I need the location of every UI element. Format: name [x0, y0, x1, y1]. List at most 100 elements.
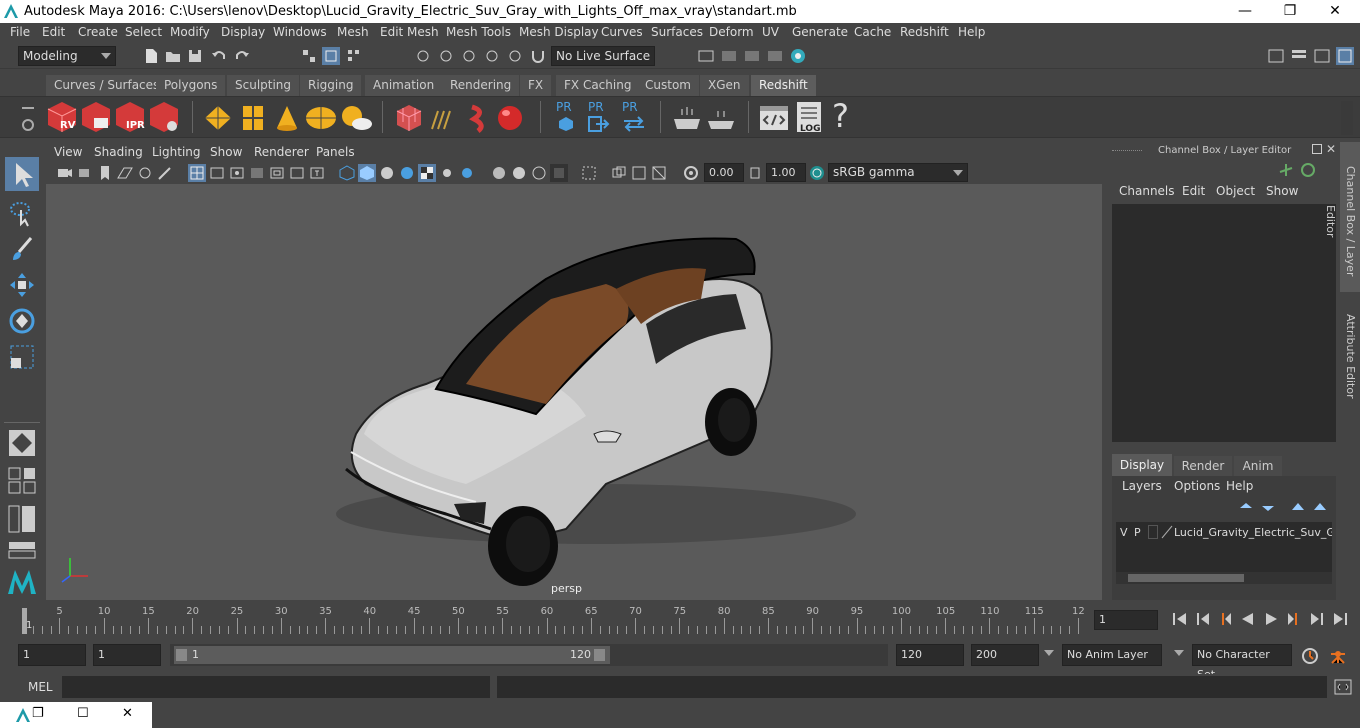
- default-material-icon[interactable]: [378, 164, 396, 182]
- menu-edit[interactable]: Edit: [42, 25, 65, 39]
- 2d-pan-zoom-icon[interactable]: [136, 164, 154, 182]
- mode-selector[interactable]: Modeling: [18, 46, 116, 66]
- viewport-menu-show[interactable]: Show: [210, 145, 242, 159]
- close-icon[interactable]: ✕: [122, 706, 133, 721]
- color-management-icon[interactable]: [808, 164, 826, 182]
- area-light-icon[interactable]: [238, 103, 268, 133]
- snap-curve-icon[interactable]: [437, 47, 455, 65]
- snap-point-icon[interactable]: [460, 47, 478, 65]
- maya-home-button[interactable]: [5, 564, 39, 598]
- gate-mask-icon[interactable]: [248, 164, 266, 182]
- viewport-menu-shading[interactable]: Shading: [94, 145, 143, 159]
- help-menu[interactable]: Help: [1226, 479, 1253, 493]
- go-to-end-icon[interactable]: [1330, 610, 1350, 628]
- move-layer-up-icon[interactable]: [1238, 500, 1254, 514]
- hair-icon[interactable]: [464, 103, 494, 133]
- layer-tab-anim[interactable]: Anim: [1234, 456, 1282, 476]
- range-slider[interactable]: 1 120: [170, 644, 888, 666]
- outliner-layout-button[interactable]: [5, 502, 39, 536]
- menu-cache[interactable]: Cache: [854, 25, 891, 39]
- minimize-button[interactable]: —: [1230, 2, 1260, 20]
- select-hierarchy-icon[interactable]: [300, 47, 318, 65]
- field-chart-icon[interactable]: [268, 164, 286, 182]
- script-language-label[interactable]: MEL: [28, 680, 53, 694]
- select-component-icon[interactable]: [345, 47, 363, 65]
- animation-preferences-icon[interactable]: [1328, 646, 1348, 666]
- playback-end-field[interactable]: 120: [896, 644, 964, 666]
- sphere-material-icon[interactable]: [494, 103, 526, 133]
- menu-surfaces[interactable]: Surfaces: [651, 25, 703, 39]
- new-layer-selected-icon[interactable]: [1312, 500, 1328, 514]
- resolution-gate-icon[interactable]: [228, 164, 246, 182]
- anti-aliasing-icon[interactable]: [530, 164, 548, 182]
- shelf-tab-animation[interactable]: Animation: [365, 75, 443, 96]
- bake-pan-icon[interactable]: [704, 103, 738, 133]
- step-forward-frame-icon[interactable]: [1284, 610, 1304, 628]
- show-menu[interactable]: Show: [1266, 184, 1298, 198]
- viewport-menu-view[interactable]: View: [54, 145, 82, 159]
- layer-color-icon[interactable]: [1160, 525, 1174, 539]
- shelf-tab-xgen[interactable]: XGen: [700, 75, 749, 96]
- menu-modify[interactable]: Modify: [170, 25, 210, 39]
- select-tool-button[interactable]: [5, 157, 39, 191]
- layer-tab-render[interactable]: Render: [1174, 456, 1232, 476]
- light-diamond-icon[interactable]: [202, 103, 234, 133]
- bookmark-icon[interactable]: [96, 164, 114, 182]
- channel-list[interactable]: [1112, 204, 1336, 442]
- layer-row[interactable]: V P Lucid_Gravity_Electric_Suv_Gray: [1116, 522, 1332, 544]
- shadows-icon[interactable]: [458, 164, 476, 182]
- camera-attributes-icon[interactable]: [76, 164, 94, 182]
- axis-icon[interactable]: [1276, 162, 1296, 178]
- render-frame-icon[interactable]: [720, 47, 738, 65]
- tab-channel-box[interactable]: Channel Box / Layer Editor: [1324, 142, 1360, 292]
- play-backward-icon[interactable]: [1238, 610, 1258, 628]
- options-menu[interactable]: Options: [1174, 479, 1220, 493]
- viewport-menu-panels[interactable]: Panels: [316, 145, 355, 159]
- go-to-start-icon[interactable]: [1170, 610, 1190, 628]
- menu-uv[interactable]: UV: [762, 25, 779, 39]
- film-gate-icon[interactable]: [208, 164, 226, 182]
- magnet-icon[interactable]: [529, 47, 547, 65]
- viewport-menu-lighting[interactable]: Lighting: [152, 145, 201, 159]
- shelf-tab-rendering[interactable]: Rendering: [442, 75, 520, 96]
- grease-pencil-icon[interactable]: [156, 164, 174, 182]
- tab-attribute-editor[interactable]: Attribute Editor: [1340, 302, 1360, 402]
- dome-light-icon[interactable]: [304, 103, 338, 133]
- float-panel-icon[interactable]: [1312, 144, 1322, 154]
- color-space-dropdown[interactable]: sRGB gamma: [828, 163, 968, 182]
- range-start-grip[interactable]: [176, 649, 187, 661]
- chevron-down-icon[interactable]: [1174, 650, 1184, 656]
- menu-curves[interactable]: Curves: [601, 25, 643, 39]
- redshift-settings-button[interactable]: [148, 100, 180, 134]
- range-slider-handle[interactable]: 1 120: [174, 646, 610, 664]
- image-plane-icon[interactable]: [116, 164, 134, 182]
- hypershade-icon[interactable]: [789, 47, 807, 65]
- channel-box-toggle-icon[interactable]: [1336, 47, 1354, 65]
- minimized-window[interactable]: ❐ ☐ ✕: [0, 702, 152, 728]
- outliner-toggle-icon[interactable]: [1290, 47, 1308, 65]
- script-editor-icon[interactable]: [1333, 678, 1353, 696]
- shelf-tab-redshift[interactable]: Redshift: [751, 75, 816, 96]
- new-scene-icon[interactable]: [142, 47, 160, 65]
- edit-menu[interactable]: Edit: [1182, 184, 1205, 198]
- depth-of-field-icon[interactable]: [550, 164, 568, 182]
- wireframe-on-shaded-icon[interactable]: [398, 164, 416, 182]
- current-frame-field[interactable]: 1: [1094, 610, 1158, 630]
- exposure-icon[interactable]: [682, 164, 700, 182]
- shelf-tab-rigging[interactable]: Rigging: [300, 75, 362, 96]
- xray-icon[interactable]: [610, 164, 628, 182]
- lasso-tool-button[interactable]: [5, 196, 39, 230]
- viewport-menu-renderer[interactable]: Renderer: [254, 145, 309, 159]
- wireframe-icon[interactable]: [338, 164, 356, 182]
- snap-surface-icon[interactable]: [506, 47, 524, 65]
- layer-type-toggle[interactable]: [1148, 525, 1158, 539]
- gamma-icon[interactable]: [746, 164, 764, 182]
- textured-icon[interactable]: [418, 164, 436, 182]
- anim-layer-field[interactable]: No Anim Layer: [1062, 644, 1162, 666]
- sync-icon[interactable]: [1298, 162, 1318, 178]
- volume-icon[interactable]: [428, 103, 458, 133]
- xray-joints-icon[interactable]: [630, 164, 648, 182]
- snap-view-icon[interactable]: [483, 47, 501, 65]
- close-panel-icon[interactable]: ✕: [1326, 142, 1336, 156]
- step-back-key-icon[interactable]: [1193, 610, 1213, 628]
